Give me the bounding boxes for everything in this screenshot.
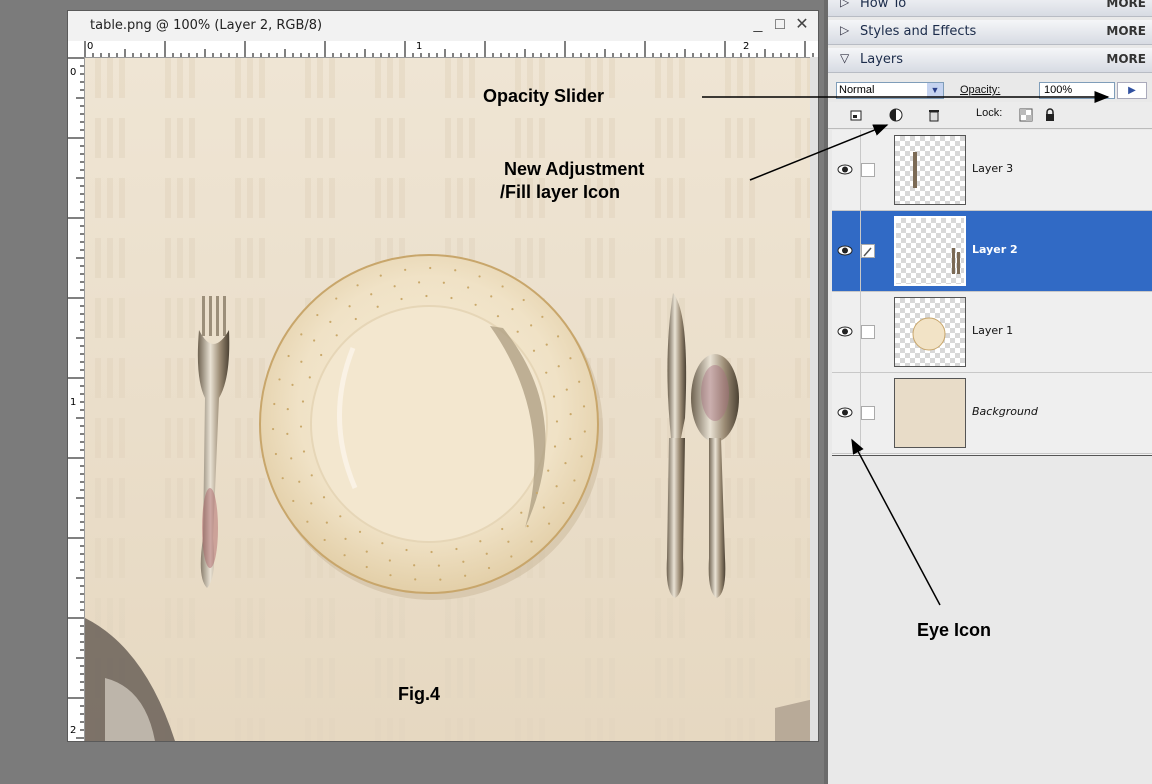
layer-row-layer-2[interactable]: Layer 2 (832, 211, 1152, 292)
expand-right-icon: ▷ (840, 0, 850, 9)
visibility-toggle[interactable] (832, 292, 861, 372)
ruler-left: 0 1 2 (68, 57, 85, 741)
section-how-to[interactable]: ▷ How To MORE (828, 0, 1152, 17)
plate-thumbnail (912, 317, 946, 351)
link-toggle[interactable] (861, 163, 875, 177)
visibility-toggle[interactable] (832, 130, 861, 210)
eye-icon (837, 326, 853, 337)
table-setting-image (85, 58, 818, 741)
opacity-input[interactable]: 100% (1039, 82, 1115, 99)
new-layer-icon[interactable] (848, 107, 864, 123)
layer-name: Layer 1 (972, 324, 1014, 337)
ruler-left-label: 2 (70, 725, 77, 736)
document-title: table.png @ 100% (Layer 2, RGB/8) (90, 18, 323, 33)
image-canvas[interactable] (85, 58, 818, 741)
ruler-left-label: 1 (70, 397, 77, 408)
ruler-top-label: 0 (87, 41, 94, 52)
section-label: Layers (860, 52, 904, 67)
section-label: Styles and Effects (860, 24, 977, 39)
vertical-scrollbar[interactable] (810, 57, 818, 741)
visibility-toggle[interactable] (832, 211, 861, 291)
opacity-label: Opacity: (960, 84, 1001, 96)
document-window: table.png @ 100% (Layer 2, RGB/8) _ □ ✕ … (67, 10, 819, 742)
link-toggle[interactable] (861, 325, 875, 339)
layer-thumbnail (894, 378, 966, 448)
minimize-button[interactable]: _ (748, 15, 768, 35)
link-toggle[interactable] (861, 406, 875, 420)
fork-thumbnail (913, 152, 917, 188)
section-styles-and-effects[interactable]: ▷ Styles and Effects MORE (828, 20, 1152, 45)
layers-list: Layer 3 Layer 2 Layer 1 Background (832, 130, 1152, 456)
layer-row-background[interactable]: Background (832, 373, 1152, 454)
lock-all-icon[interactable] (1042, 107, 1058, 123)
chevron-down-icon[interactable]: ▼ (927, 83, 943, 98)
layer-thumbnail (894, 297, 966, 367)
layer-thumbnail (894, 135, 966, 205)
annotation-opacity-slider: Opacity Slider (483, 86, 605, 106)
ruler-top: 0 1 2 (68, 41, 818, 58)
blend-mode-value: Normal (839, 84, 875, 96)
eye-icon (837, 245, 853, 256)
eye-icon (837, 407, 853, 418)
ruler-top-ticks (84, 41, 814, 57)
more-button[interactable]: MORE (1106, 52, 1146, 66)
annotation-eye-icon: Eye Icon (917, 620, 992, 640)
knife-spoon-thumbnail (952, 248, 960, 274)
ruler-top-label: 2 (743, 41, 750, 52)
paintbrush-icon (863, 247, 872, 257)
more-button[interactable]: MORE (1106, 24, 1146, 38)
ruler-left-label: 0 (70, 67, 77, 78)
layer-row-layer-3[interactable]: Layer 3 (832, 130, 1152, 211)
trash-icon[interactable] (926, 107, 942, 123)
layer-thumbnail (894, 216, 966, 286)
eye-icon (837, 164, 853, 175)
layer-name: Background (972, 405, 1038, 418)
more-button[interactable]: MORE (1106, 0, 1146, 10)
palette-bin: ▷ How To MORE ▷ Styles and Effects MORE … (824, 0, 1152, 784)
visibility-toggle[interactable] (832, 373, 861, 453)
new-adjustment-layer-icon[interactable] (888, 107, 904, 123)
layer-name: Layer 3 (972, 162, 1014, 175)
document-titlebar[interactable]: table.png @ 100% (Layer 2, RGB/8) _ □ ✕ (68, 11, 818, 42)
figure-label: Fig.4 (398, 684, 441, 704)
chevron-right-icon: ▶ (1128, 85, 1136, 96)
annotation-new-adjustment-line2: /Fill layer Icon (500, 182, 621, 202)
section-label: How To (860, 0, 907, 11)
layer-row-layer-1[interactable]: Layer 1 (832, 292, 1152, 373)
blend-mode-select[interactable]: Normal ▼ (836, 82, 944, 99)
annotation-new-adjustment-line1: New Adjustment (504, 159, 645, 179)
lock-transparency-icon[interactable] (1018, 107, 1034, 123)
layer-name: Layer 2 (972, 243, 1018, 256)
section-layers[interactable]: ▽ Layers MORE (828, 48, 1152, 73)
ruler-top-label: 1 (416, 41, 423, 52)
opacity-slider-button[interactable]: ▶ (1117, 82, 1147, 99)
lock-label: Lock: (976, 107, 1003, 119)
expand-down-icon: ▽ (840, 51, 850, 65)
brush-icon[interactable] (861, 244, 875, 258)
close-button[interactable]: ✕ (792, 15, 812, 35)
opacity-value: 100% (1044, 84, 1073, 96)
maximize-button[interactable]: □ (770, 15, 790, 35)
expand-right-icon: ▷ (840, 23, 850, 37)
